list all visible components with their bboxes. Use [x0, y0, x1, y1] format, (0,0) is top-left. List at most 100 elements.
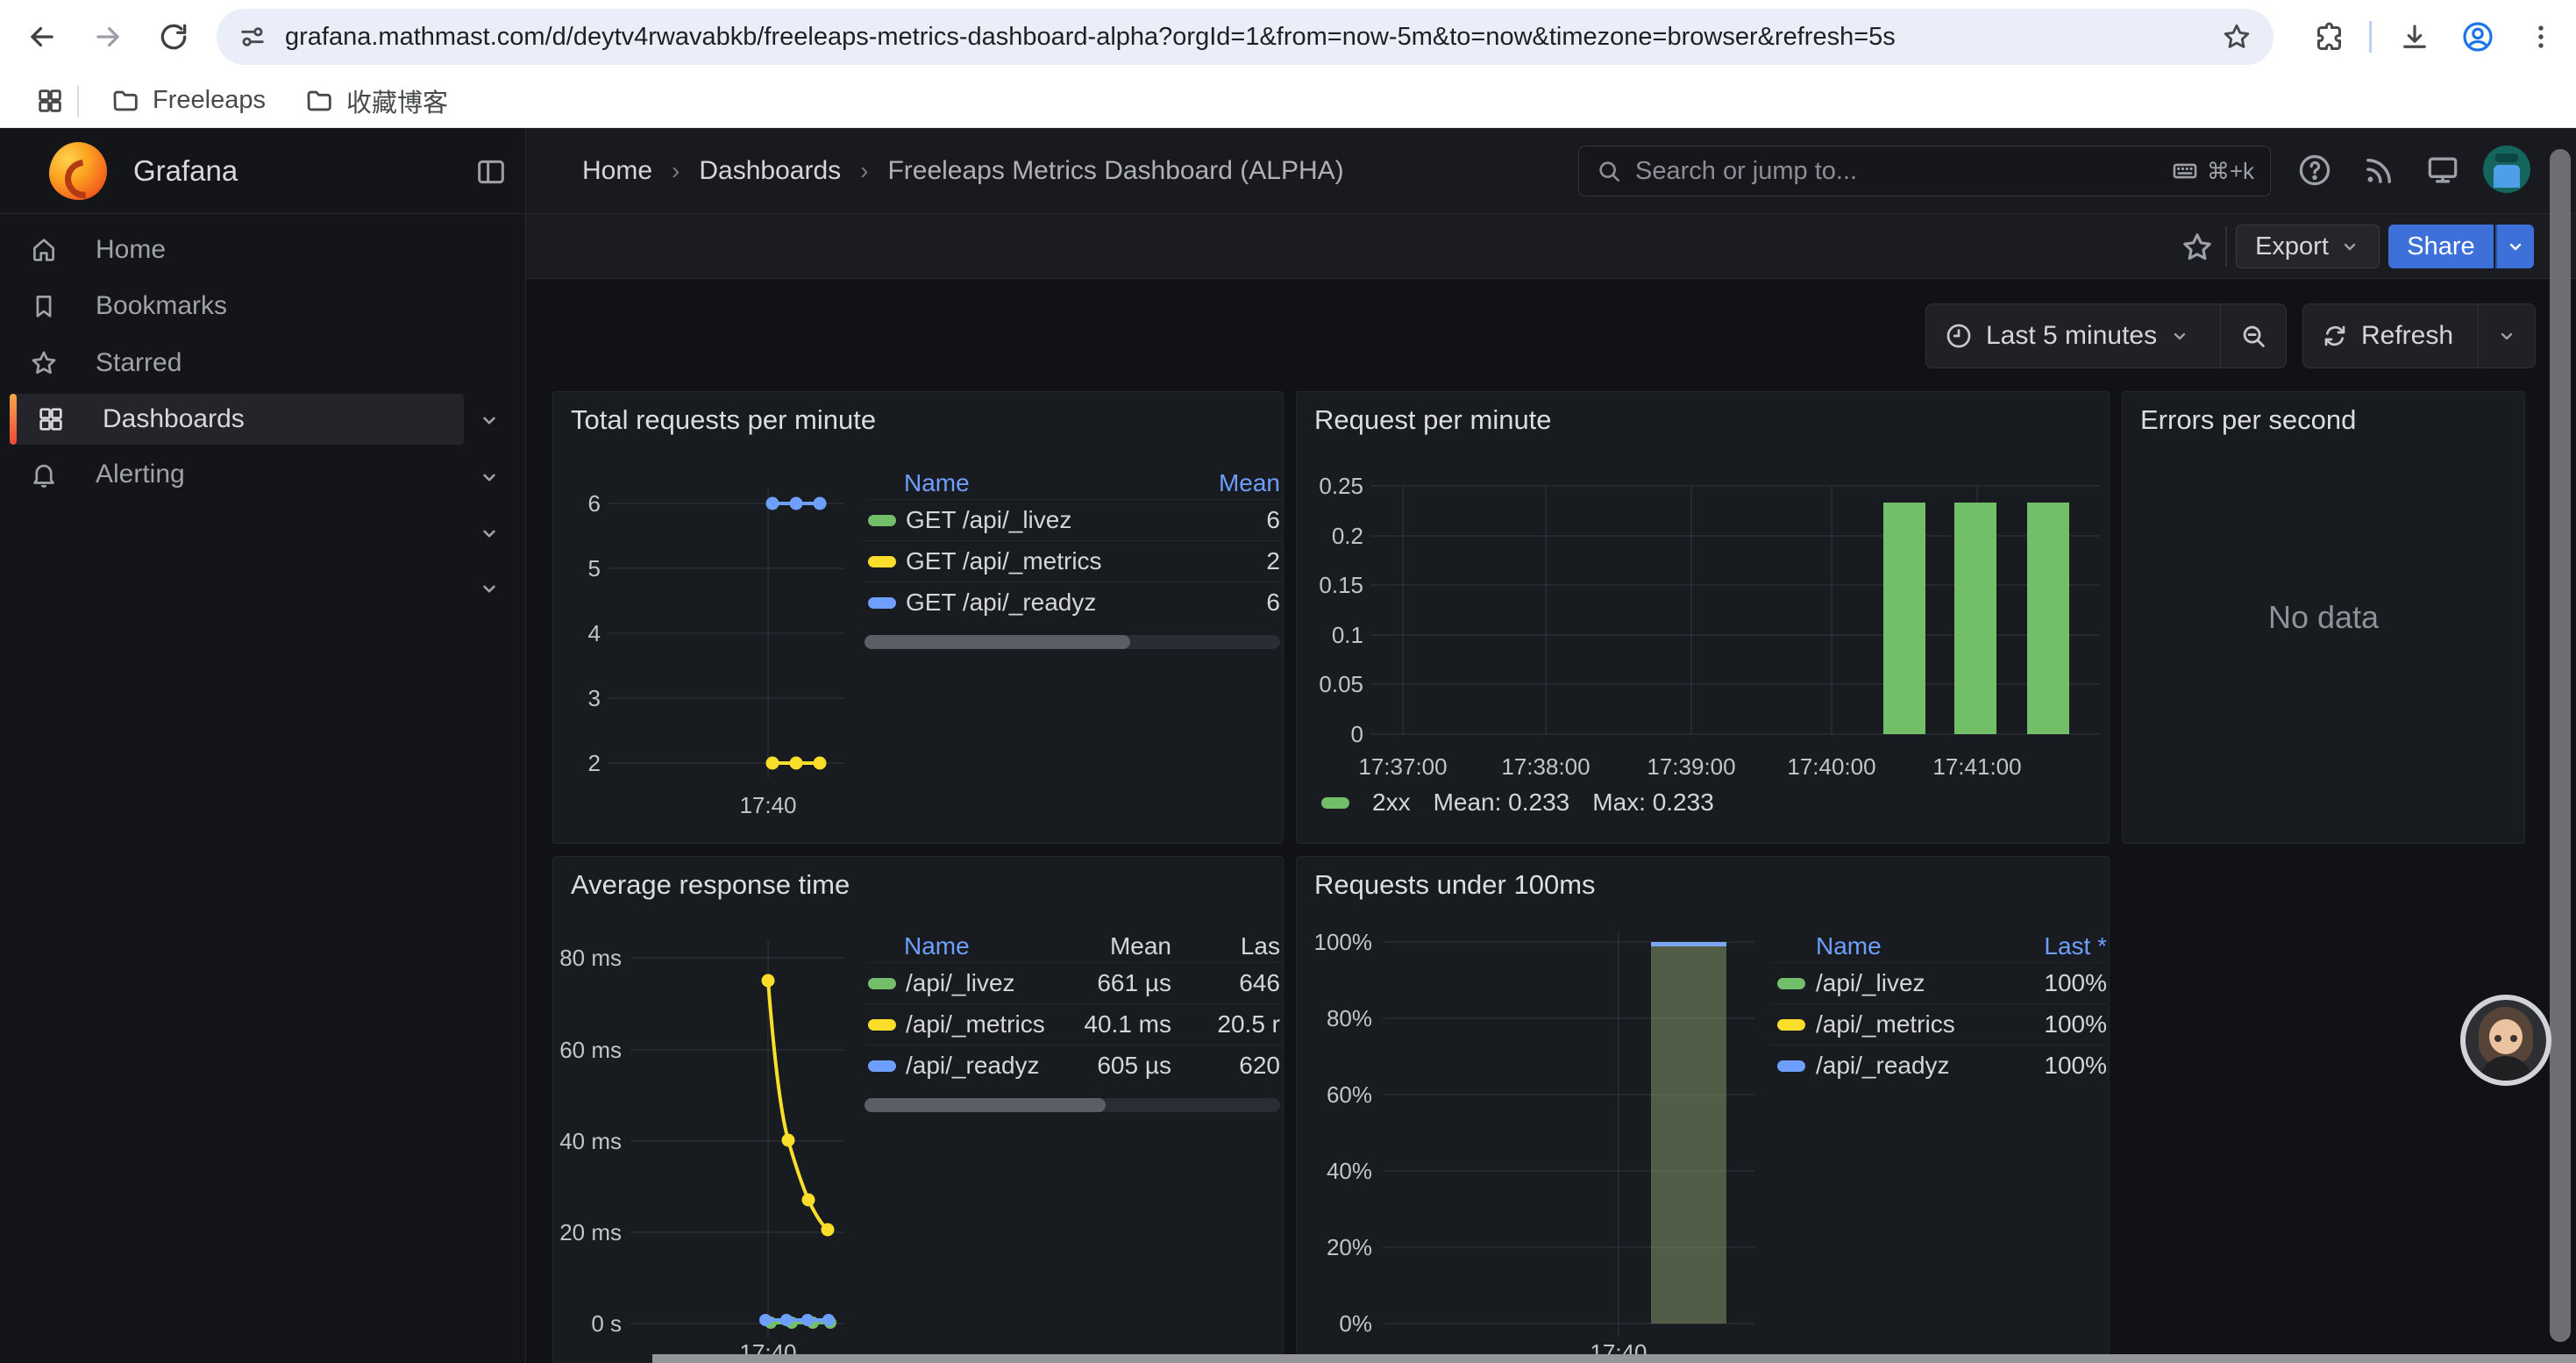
panel-errors-per-second[interactable]: Errors per second No data [2122, 391, 2525, 844]
profile-icon[interactable] [2451, 11, 2504, 63]
legend-max: Max: 0.233 [1592, 789, 1714, 817]
download-icon[interactable] [2388, 11, 2441, 63]
favorite-star-icon[interactable] [2180, 230, 2215, 265]
bookmark-folder-freeleaps[interactable]: Freeleaps [91, 80, 285, 122]
legend-row[interactable]: /api/_metrics 100% [1770, 1003, 2107, 1045]
legend-row[interactable]: /api/_readyz 100% [1770, 1045, 2107, 1086]
share-menu-button[interactable] [2495, 225, 2534, 268]
collapse-sidebar-icon[interactable] [473, 154, 509, 189]
legend-header: Name Last * [1770, 931, 2107, 962]
time-range-picker[interactable]: Last 5 minutes [1926, 304, 2220, 368]
floating-assistant-avatar[interactable] [2460, 995, 2551, 1086]
panel-request-per-minute[interactable]: Request per minute 0.25 0.2 0.15 0.1 0.0… [1296, 391, 2110, 844]
legend[interactable]: 2xx Mean: 0.233 Max: 0.233 [1321, 789, 1714, 817]
sidebar-item-dashboards[interactable]: Dashboards [10, 394, 464, 445]
bookmark-star-icon[interactable] [2221, 21, 2252, 53]
legend-row[interactable]: /api/_livez 100% [1770, 962, 2107, 1003]
export-button[interactable]: Export [2236, 225, 2380, 268]
chevron-down-icon[interactable] [478, 466, 501, 489]
legend-row[interactable]: /api/_livez 661 µs 646 [865, 962, 1280, 1003]
search-icon [1595, 157, 1623, 185]
site-settings-icon[interactable] [238, 22, 267, 52]
sidebar-item-alerting[interactable]: Alerting [10, 449, 464, 500]
bookmark-icon [29, 291, 59, 321]
horizontal-scrollbar[interactable] [652, 1354, 2576, 1363]
zoom-out-button[interactable] [2220, 304, 2286, 368]
sidebar-item-starred[interactable]: Starred [10, 338, 464, 389]
dashboards-grid-icon [36, 404, 66, 434]
page-scrollbar[interactable] [2550, 149, 2571, 1342]
svg-text:17:39:00: 17:39:00 [1647, 753, 1735, 780]
chevron-down-icon [2339, 236, 2360, 257]
chevron-down-icon[interactable] [478, 577, 501, 600]
time-controls: Last 5 minutes [1925, 303, 2287, 368]
legend-scrollbar[interactable] [865, 635, 1280, 649]
bookmark-label: 收藏博客 [346, 82, 448, 119]
sidebar-header: Grafana [0, 128, 525, 214]
svg-text:100%: 100% [1314, 929, 1373, 955]
series-color-pill [868, 978, 896, 989]
legend-header-name[interactable]: Name [904, 469, 970, 497]
grafana-logo[interactable] [49, 142, 107, 200]
search-input[interactable]: Search or jump to... ⌘+k [1578, 146, 2271, 196]
back-icon[interactable] [16, 11, 68, 63]
kiosk-monitor-icon[interactable] [2420, 147, 2466, 193]
refresh-interval-button[interactable] [2478, 304, 2535, 368]
bar-chart: 0.25 0.2 0.15 0.1 0.05 0 17:37:00 17:38:… [1297, 392, 2110, 845]
svg-text:0%: 0% [1339, 1310, 1372, 1337]
legend-header-mean[interactable]: Mean [1219, 469, 1280, 497]
share-button[interactable]: Share [2388, 225, 2494, 268]
chevron-down-icon[interactable] [478, 409, 501, 432]
no-data-message: No data [2123, 392, 2524, 843]
panel-avg-response-time[interactable]: Average response time 80 ms 60 ms 40 ms … [552, 856, 1284, 1363]
breadcrumb-dashboards[interactable]: Dashboards [699, 156, 841, 186]
refresh-button[interactable]: Refresh [2303, 304, 2478, 368]
legend-header-name[interactable]: Name [1816, 932, 1882, 960]
legend-row[interactable]: GET /api/_readyz 6 [865, 582, 1280, 623]
reload-icon[interactable] [147, 11, 200, 63]
panel-under-100ms[interactable]: Requests under 100ms 100% 80% 60% 40% 20… [1296, 856, 2110, 1363]
sidebar-item-label: Alerting [96, 460, 185, 489]
legend-header-mean[interactable]: Mean [1066, 932, 1171, 960]
svg-text:6: 6 [588, 490, 601, 517]
legend-row[interactable]: GET /api/_metrics 2 [865, 540, 1280, 582]
legend-header-name[interactable]: Name [904, 932, 1066, 960]
legend-row[interactable]: /api/_readyz 605 µs 620 [865, 1045, 1280, 1086]
user-avatar[interactable] [2483, 146, 2530, 193]
dashboard-actions-row: Export Share [526, 214, 2576, 279]
legend-mean: Mean: 0.233 [1434, 789, 1570, 817]
legend-header-last[interactable]: Las [1184, 932, 1280, 960]
legend-table: Name Mean Las /api/_livez 661 µs 646 /ap… [865, 931, 1280, 1112]
time-range-label: Last 5 minutes [1986, 321, 2157, 351]
extensions-icon[interactable] [2304, 11, 2357, 63]
address-bar[interactable]: grafana.mathmast.com/d/deytv4rwavabkb/fr… [217, 9, 2274, 65]
svg-text:0.1: 0.1 [1332, 622, 1363, 648]
legend-row[interactable]: /api/_metrics 40.1 ms 20.5 r [865, 1003, 1280, 1045]
sidebar-item-label: Dashboards [103, 404, 245, 434]
browser-menu-icon[interactable] [2515, 11, 2567, 63]
legend-row[interactable]: GET /api/_livez 6 [865, 499, 1280, 540]
svg-text:40 ms: 40 ms [559, 1128, 622, 1154]
url-text[interactable]: grafana.mathmast.com/d/deytv4rwavabkb/fr… [285, 23, 2221, 52]
legend-header: Name Mean Las [865, 931, 1280, 962]
svg-text:0: 0 [1351, 721, 1363, 747]
sidebar-item-bookmarks[interactable]: Bookmarks [10, 281, 464, 332]
chevron-down-icon[interactable] [478, 522, 501, 545]
legend-header-last[interactable]: Last * [2044, 932, 2107, 960]
forward-icon[interactable] [82, 11, 134, 63]
svg-text:4: 4 [588, 620, 601, 646]
legend-scrollbar[interactable] [865, 1098, 1280, 1112]
help-icon[interactable] [2292, 147, 2338, 193]
breadcrumb-home[interactable]: Home [582, 156, 652, 186]
legend-table: Name Last * /api/_livez 100% /api/_metri… [1770, 931, 2107, 1086]
breadcrumb-current: Freeleaps Metrics Dashboard (ALPHA) [887, 156, 1343, 186]
svg-text:17:40: 17:40 [739, 792, 796, 818]
series-color-pill [868, 515, 896, 526]
apps-grid-icon[interactable] [35, 86, 65, 116]
series-color-pill [1321, 797, 1349, 809]
panel-total-requests[interactable]: Total requests per minute 6 5 4 3 2 17:4… [552, 391, 1284, 844]
bookmark-folder-blogs[interactable]: 收藏博客 [285, 80, 467, 122]
rss-icon[interactable] [2357, 147, 2402, 193]
refresh-controls: Refresh [2302, 303, 2536, 368]
sidebar-item-home[interactable]: Home [10, 225, 464, 275]
